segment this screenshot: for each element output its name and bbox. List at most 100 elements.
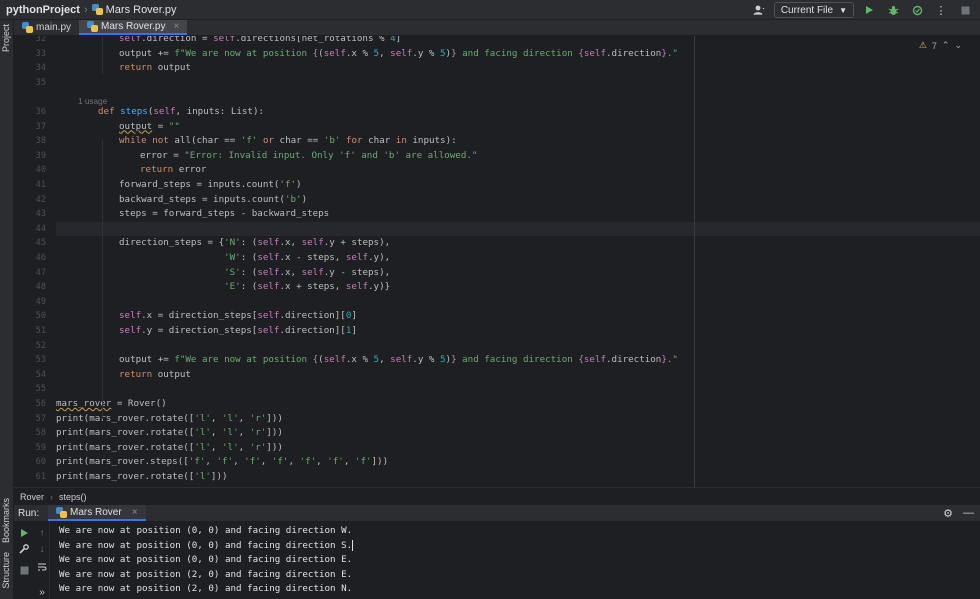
project-tool-window-button[interactable]: Project bbox=[1, 24, 11, 52]
breadcrumb: pythonProject › Mars Rover.py bbox=[0, 4, 177, 16]
bookmarks-tool-window-button[interactable]: Bookmarks bbox=[1, 498, 11, 543]
close-icon[interactable]: × bbox=[173, 21, 179, 32]
line-number: 35 bbox=[35, 77, 46, 88]
line-number: 53 bbox=[35, 355, 46, 366]
debug-icon[interactable] bbox=[884, 2, 902, 18]
code-line[interactable]: output = "" bbox=[56, 120, 980, 135]
code-breadcrumb: Rover › steps() bbox=[14, 487, 980, 505]
line-number: 58 bbox=[35, 428, 46, 439]
console-output[interactable]: We are now at position (0, 0) and facing… bbox=[50, 521, 980, 599]
arrow-up-icon[interactable]: ↑ bbox=[35, 526, 49, 540]
line-number: 38 bbox=[35, 136, 46, 147]
warning-icon: ⚠ bbox=[918, 40, 927, 50]
minimize-icon[interactable]: — bbox=[963, 507, 974, 519]
run-window-controls: ⚙ — bbox=[943, 505, 974, 521]
line-number: 36 bbox=[35, 107, 46, 117]
stop-icon[interactable] bbox=[17, 563, 31, 577]
line-number: 60 bbox=[35, 457, 46, 468]
toolbar: Current File ▼ ⋮ bbox=[750, 1, 974, 19]
soft-wrap-icon[interactable] bbox=[35, 560, 49, 574]
line-number: 39 bbox=[35, 150, 46, 161]
code-line[interactable]: 'S': (self.x, self.y - steps), bbox=[56, 266, 980, 281]
code-line[interactable]: self.direction = self.directions[net_rot… bbox=[56, 36, 980, 47]
chevron-down-icon[interactable]: ⌄ bbox=[954, 40, 962, 51]
code-line[interactable]: direction_steps = {'N': (self.x, self.y … bbox=[56, 236, 980, 251]
tab-mars-rover-py[interactable]: Mars Rover.py × bbox=[79, 20, 188, 35]
line-number: 32 bbox=[35, 36, 46, 44]
tab-label: Mars Rover.py bbox=[101, 21, 166, 32]
line-number: 55 bbox=[35, 384, 46, 395]
close-icon[interactable]: × bbox=[132, 507, 138, 518]
code-line[interactable]: mars_rover = Rover() bbox=[56, 397, 980, 412]
arrow-down-icon[interactable]: ↓ bbox=[35, 542, 49, 556]
line-number: 54 bbox=[35, 369, 46, 380]
line-number: 52 bbox=[35, 340, 46, 351]
line-number-gutter: 32 33 34 35 36 37 38 39 40 41 42 43 44 45 46 47 48 49 50 51… bbox=[14, 36, 50, 487]
run-configuration-select[interactable]: Current File ▼ bbox=[773, 2, 854, 18]
code-line[interactable]: 'W': (self.x - steps, self.y), bbox=[56, 251, 980, 266]
more-actions-icon[interactable]: » bbox=[35, 585, 49, 599]
line-number: 47 bbox=[35, 267, 46, 278]
structure-tool-window-button[interactable]: Structure bbox=[1, 552, 11, 589]
more-run-options-icon[interactable]: ⋮ bbox=[932, 2, 950, 18]
code-line[interactable]: steps = forward_steps - backward_steps bbox=[56, 207, 980, 222]
code-line[interactable]: self.x = direction_steps[self.direction]… bbox=[56, 309, 980, 324]
code-editor[interactable]: 32 33 34 35 36 37 38 39 40 41 42 43 44 45 46 47 48 49 50 51… bbox=[14, 36, 980, 487]
code-line[interactable]: print(mars_rover.rotate(['l', 'l', 'r'])… bbox=[56, 441, 980, 456]
inspection-widget[interactable]: ⚠ 7 ⌃ ⌄ bbox=[919, 40, 962, 51]
code-line[interactable]: forward_steps = inputs.count('f') bbox=[56, 178, 980, 193]
code-line[interactable]: output += f"We are now at position {(sel… bbox=[56, 353, 980, 368]
user-icon[interactable] bbox=[750, 2, 768, 18]
python-file-icon bbox=[91, 4, 103, 15]
rerun-icon[interactable] bbox=[17, 526, 31, 540]
code-line[interactable] bbox=[56, 295, 980, 310]
coverage-icon[interactable] bbox=[908, 2, 926, 18]
code-line[interactable]: print(mars_rover.rotate(['l'])) bbox=[56, 470, 980, 485]
console-line: We are now at position (0, 0) and facing… bbox=[59, 554, 353, 566]
run-configuration-label: Current File bbox=[780, 4, 834, 16]
editor-tabs: main.py Mars Rover.py × bbox=[14, 20, 980, 36]
breadcrumb-class[interactable]: Rover bbox=[20, 492, 44, 502]
code-area[interactable]: self.direction = self.directions[net_rot… bbox=[56, 36, 980, 487]
run-tab-mars-rover[interactable]: Mars Rover × bbox=[48, 505, 146, 521]
wrench-icon[interactable] bbox=[17, 542, 31, 556]
code-line[interactable]: return output bbox=[56, 368, 980, 383]
run-icon[interactable] bbox=[860, 2, 878, 18]
run-tool-window-header: Run: Mars Rover × ⚙ — bbox=[14, 505, 980, 521]
code-line[interactable]: error = "Error: Invalid input. Only 'f' … bbox=[56, 149, 980, 164]
navigation-bar: pythonProject › Mars Rover.py Current Fi… bbox=[0, 0, 980, 20]
chevron-up-icon[interactable]: ⌃ bbox=[942, 40, 950, 51]
line-number: 56 bbox=[35, 399, 46, 409]
code-line[interactable] bbox=[56, 339, 980, 354]
code-line[interactable]: print(mars_rover.rotate(['l', 'l', 'r'])… bbox=[56, 412, 980, 427]
code-line[interactable] bbox=[56, 76, 980, 91]
line-number: 46 bbox=[35, 253, 46, 263]
code-line[interactable]: return error bbox=[56, 163, 980, 178]
run-label: Run: bbox=[18, 507, 40, 519]
code-line[interactable]: while not all(char == 'f' or char == 'b'… bbox=[56, 134, 980, 149]
code-line[interactable]: backward_steps = inputs.count('b') bbox=[56, 193, 980, 208]
breadcrumb-file[interactable]: Mars Rover.py bbox=[106, 4, 177, 16]
code-line[interactable]: def steps(self, inputs: List): bbox=[56, 105, 980, 120]
gear-icon[interactable]: ⚙ bbox=[943, 507, 953, 520]
code-line[interactable]: print(mars_rover.steps(['f', 'f', 'f', '… bbox=[56, 455, 980, 470]
line-number: 45 bbox=[35, 238, 46, 249]
code-line[interactable] bbox=[56, 221, 980, 237]
code-line[interactable]: 'E': (self.x + steps, self.y)} bbox=[56, 280, 980, 295]
line-number: 50 bbox=[35, 311, 46, 322]
project-name[interactable]: pythonProject bbox=[6, 4, 80, 16]
indent-guide bbox=[102, 140, 103, 419]
breadcrumb-method[interactable]: steps() bbox=[59, 492, 87, 502]
stop-icon[interactable] bbox=[956, 2, 974, 18]
code-line[interactable]: output += f"We are now at position {(sel… bbox=[56, 47, 980, 62]
indent-guide bbox=[102, 36, 103, 74]
code-line[interactable] bbox=[56, 382, 980, 397]
code-line[interactable]: print(mars_rover.rotate(['l', 'l', 'r'])… bbox=[56, 426, 980, 441]
line-number: 57 bbox=[35, 413, 46, 424]
python-file-icon bbox=[87, 21, 99, 32]
code-line[interactable]: return output bbox=[56, 61, 980, 76]
tab-main-py[interactable]: main.py bbox=[14, 20, 79, 35]
line-number: 48 bbox=[35, 282, 46, 293]
code-line[interactable]: self.y = direction_steps[self.direction]… bbox=[56, 324, 980, 339]
line-number: 49 bbox=[35, 296, 46, 307]
